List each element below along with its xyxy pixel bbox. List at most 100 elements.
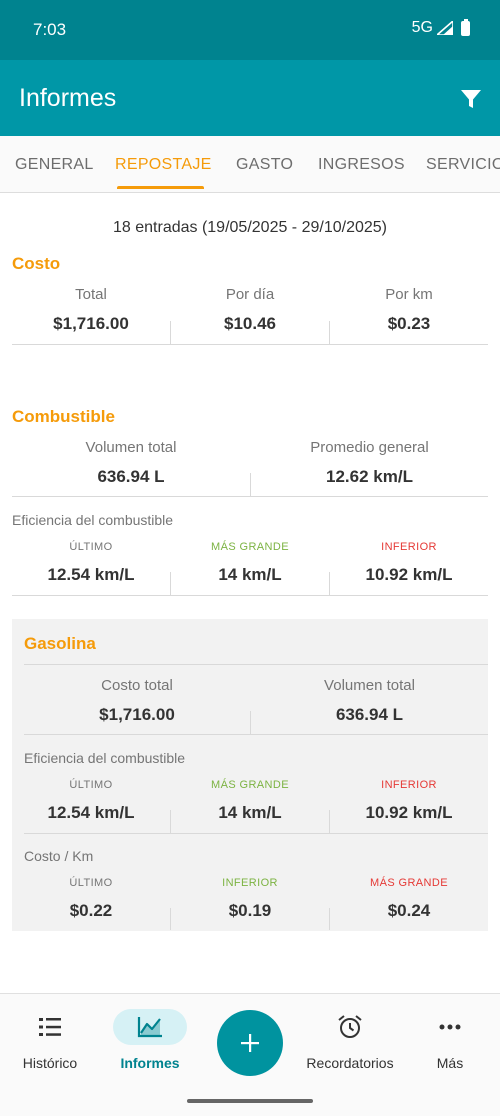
nav-recordatorios[interactable]: Recordatorios [299, 1009, 401, 1071]
tab-servicio[interactable]: SERVICIO [426, 156, 500, 174]
gasolina-efficiency-title: Eficiencia del combustible [24, 750, 186, 766]
stat-value: $1,716.00 [99, 705, 175, 724]
stat-value: 10.92 km/L [365, 803, 453, 822]
efficiency-ultimo: ÚLTIMO 12.54 km/L [12, 541, 170, 585]
gasolina-efficiency-inferior: INFERIOR 10.92 km/L [330, 779, 488, 823]
status-bar: 7:03 5G [0, 0, 500, 60]
efficiency-mas-grande: MÁS GRANDE 14 km/L [171, 541, 329, 585]
stat-value: 10.92 km/L [365, 565, 453, 584]
efficiency-inferior: INFERIOR 10.92 km/L [330, 541, 488, 585]
stat-label: ÚLTIMO [69, 877, 113, 889]
divider [170, 810, 171, 834]
gasolina-efficiency-ultimo: ÚLTIMO 12.54 km/L [12, 779, 170, 823]
stat-label: Costo total [101, 677, 173, 694]
costo-title: Costo [12, 254, 61, 273]
divider [329, 572, 330, 596]
cost-per-km-ultimo: ÚLTIMO $0.22 [12, 877, 170, 921]
gasolina-costo-total: Costo total $1,716.00 [24, 677, 250, 725]
cost-per-km-title: Costo / Km [24, 848, 94, 864]
divider [170, 572, 171, 596]
network-type: 5G [411, 19, 433, 36]
stat-value: $1,716.00 [53, 314, 129, 333]
gasolina-volumen-total: Volumen total 636.94 L [251, 677, 488, 725]
divider [12, 344, 488, 345]
stat-label: Por km [385, 286, 433, 303]
stat-value: 14 km/L [218, 803, 282, 822]
divider [329, 810, 330, 834]
divider [250, 711, 251, 735]
stat-value: 12.54 km/L [47, 803, 135, 822]
stat-value: 14 km/L [218, 565, 282, 584]
add-entry-button[interactable] [217, 1010, 283, 1076]
divider [24, 734, 488, 735]
stat-label: INFERIOR [381, 779, 437, 791]
stat-label: Total [75, 286, 107, 303]
list-icon [13, 1009, 87, 1045]
stat-value: $10.46 [224, 314, 276, 333]
cost-per-km-mas-grande: MÁS GRANDE $0.24 [330, 877, 488, 921]
status-time: 7:03 [33, 20, 67, 39]
divider [24, 664, 488, 665]
stat-label: Volumen total [324, 677, 415, 694]
active-tab-indicator [117, 186, 204, 189]
stat-value: 636.94 L [97, 467, 165, 486]
stat-label: ÚLTIMO [69, 541, 113, 553]
stat-label: INFERIOR [381, 541, 437, 553]
alarm-clock-icon [313, 1009, 387, 1045]
combustible-title: Combustible [12, 407, 115, 426]
filter-icon[interactable] [460, 88, 482, 110]
tab-bar: GENERAL REPOSTAJE GASTO INGRESOS SERVICI… [0, 136, 500, 193]
status-icons: 5G [411, 18, 470, 37]
nav-historico[interactable]: Histórico [13, 1009, 87, 1071]
tab-gasto[interactable]: GASTO [236, 156, 293, 174]
app-bar: Informes [0, 60, 500, 136]
gasolina-efficiency-mas-grande: MÁS GRANDE 14 km/L [171, 779, 329, 823]
nav-label: Histórico [22, 1055, 78, 1071]
cost-per-km-inferior: INFERIOR $0.19 [171, 877, 329, 921]
tab-repostaje[interactable]: REPOSTAJE [115, 156, 212, 174]
combustible-promedio-general: Promedio general 12.62 km/L [251, 439, 488, 487]
stat-value: $0.24 [387, 901, 431, 920]
nav-mas[interactable]: Más [413, 1009, 487, 1071]
stat-value: $0.22 [69, 901, 113, 920]
stat-label: MÁS GRANDE [211, 779, 289, 791]
costo-por-dia: Por día $10.46 [171, 286, 329, 334]
combustible-volumen-total: Volumen total 636.94 L [12, 439, 250, 487]
stat-value: $0.19 [228, 901, 272, 920]
nav-label: Más [436, 1055, 464, 1071]
stat-value: 12.62 km/L [326, 467, 413, 486]
tab-general[interactable]: GENERAL [15, 156, 94, 174]
tab-ingresos[interactable]: INGRESOS [318, 156, 405, 174]
stat-label: Por día [225, 286, 275, 303]
stat-label: INFERIOR [222, 877, 278, 889]
battery-icon [461, 18, 470, 36]
stat-label: MÁS GRANDE [370, 877, 448, 889]
stat-label: ÚLTIMO [69, 779, 113, 791]
stat-label: Volumen total [85, 439, 177, 456]
stat-value: 636.94 L [335, 705, 404, 724]
more-horizontal-icon [413, 1009, 487, 1045]
divider [24, 833, 488, 834]
nav-label: Recordatorios [306, 1055, 394, 1071]
stat-label: MÁS GRANDE [211, 541, 289, 553]
stat-value: $0.23 [387, 314, 431, 333]
nav-informes[interactable]: Informes [113, 1009, 187, 1071]
chart-icon [113, 1009, 187, 1045]
page-title: Informes [19, 84, 117, 112]
plus-icon [241, 1034, 259, 1052]
stat-label: Promedio general [310, 439, 429, 456]
signal-icon [437, 21, 453, 35]
entries-summary: 18 entradas (19/05/2025 - 29/10/2025) [113, 219, 387, 236]
divider [329, 321, 330, 345]
divider [12, 496, 488, 497]
home-indicator[interactable] [187, 1099, 313, 1103]
divider [250, 473, 251, 497]
efficiency-title: Eficiencia del combustible [12, 512, 174, 528]
costo-total: Total $1,716.00 [12, 286, 170, 334]
divider [12, 595, 488, 596]
costo-por-km: Por km $0.23 [330, 286, 488, 334]
divider [170, 908, 171, 930]
stat-value: 12.54 km/L [47, 565, 135, 584]
divider [170, 321, 171, 345]
nav-label: Informes [120, 1055, 180, 1071]
